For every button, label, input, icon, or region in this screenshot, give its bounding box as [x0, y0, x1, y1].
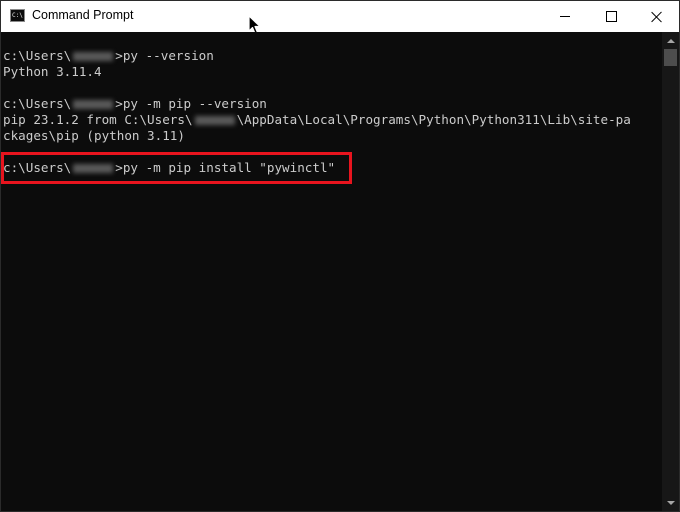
minimize-icon — [560, 16, 570, 17]
maximize-button[interactable] — [588, 1, 634, 32]
console-line: ckages\pip (python 3.11) — [3, 128, 185, 143]
scroll-up-button[interactable] — [662, 32, 679, 49]
command-prompt-window: C:\ Command Prompt c:\Users\ >py --versio… — [0, 0, 680, 512]
minimize-button[interactable] — [542, 1, 588, 32]
console-line: c:\Users\ >py --version — [3, 48, 214, 63]
close-button[interactable] — [634, 1, 679, 32]
console-line: pip 23.1.2 from C:\Users\ \AppData\Local\… — [3, 112, 631, 127]
highlight-box — [1, 152, 352, 184]
redacted-username — [73, 100, 114, 109]
scroll-down-button[interactable] — [662, 494, 679, 511]
cmd-icon: C:\ — [10, 9, 25, 22]
arrow-down-icon — [666, 500, 675, 505]
console-output[interactable]: c:\Users\ >py --version Python 3.11.4 c:\… — [1, 32, 662, 511]
vertical-scrollbar[interactable] — [662, 32, 679, 511]
redacted-username — [73, 52, 114, 61]
arrow-up-icon — [666, 38, 675, 43]
window-title: Command Prompt — [32, 8, 134, 22]
console-line: Python 3.11.4 — [3, 64, 102, 79]
scroll-thumb[interactable] — [664, 49, 677, 66]
close-icon — [651, 11, 663, 23]
title-bar[interactable]: C:\ Command Prompt — [1, 1, 679, 32]
console-line: c:\Users\ >py -m pip --version — [3, 96, 267, 111]
redacted-username — [194, 116, 235, 125]
maximize-icon — [605, 11, 617, 22]
